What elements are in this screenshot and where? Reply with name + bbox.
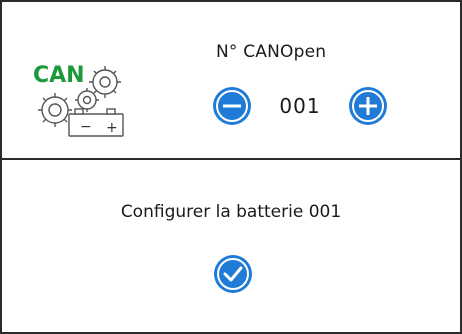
section-divider [2,158,460,160]
confirm-configuration-button[interactable] [213,254,253,294]
canopen-node-value: 001 [279,94,321,118]
minus-icon [213,87,251,125]
canopen-config-panel: CAN − + N° CANOpen 001 Configurer la bat… [0,0,462,334]
decrement-node-button[interactable] [212,86,252,126]
checkmark-icon [214,255,252,293]
increment-node-button[interactable] [348,86,388,126]
can-battery-logo: CAN − + [33,63,124,137]
plus-icon [349,87,387,125]
canopen-node-label: N° CANOpen [216,42,327,62]
configure-battery-label: Configurer la batterie 001 [120,202,342,222]
can-logo-text: CAN [33,63,85,88]
battery-minus-sign: − [80,119,92,135]
battery-plus-sign: + [106,120,118,136]
